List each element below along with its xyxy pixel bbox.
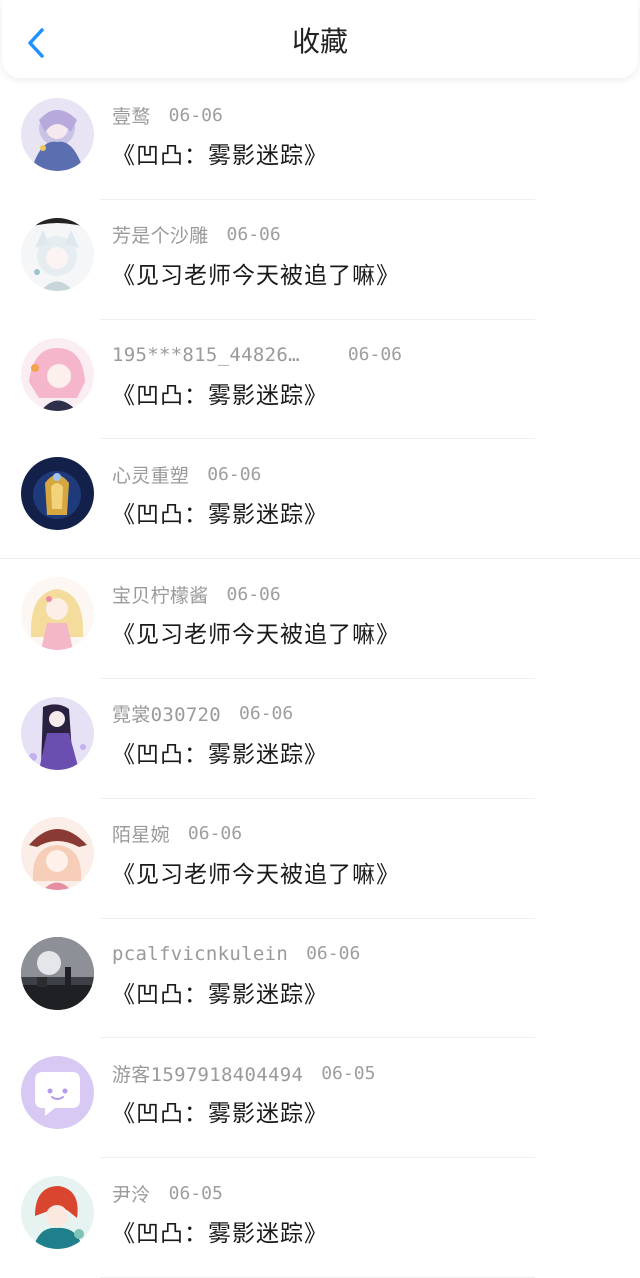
- list-item[interactable]: 壹鹜 06-06 《凹凸：雾影迷踪》: [0, 80, 640, 200]
- item-meta: 宝贝柠檬酱 06-06: [112, 579, 281, 609]
- book-title[interactable]: 《凹凸：雾影迷踪》: [112, 1214, 328, 1248]
- item-meta: 芳是个沙雕 06-06: [112, 220, 281, 250]
- item-meta: 壹鹜 06-06: [112, 100, 223, 130]
- avatar[interactable]: [21, 696, 94, 770]
- avatar[interactable]: [21, 1056, 94, 1130]
- date: 06-06: [226, 583, 281, 605]
- date: 06-06: [347, 344, 403, 366]
- username[interactable]: 壹鹜: [112, 102, 151, 129]
- list-item[interactable]: 尹泠 06-05 《凹凸：雾影迷踪》: [0, 1158, 640, 1278]
- book-title[interactable]: 《凹凸：雾影迷踪》: [112, 376, 328, 410]
- book-title[interactable]: 《凹凸：雾影迷踪》: [112, 495, 328, 529]
- page-title: 收藏: [291, 25, 348, 58]
- list-item[interactable]: 霓裳030720 06-06 《凹凸：雾影迷踪》: [0, 679, 640, 799]
- book-title[interactable]: 《凹凸：雾影迷踪》: [112, 975, 328, 1009]
- item-meta: 尹泠 06-05: [112, 1178, 223, 1208]
- item-meta: 195***815_44826… 06-06: [112, 340, 402, 370]
- avatar[interactable]: [21, 337, 94, 411]
- book-title[interactable]: 《凹凸：雾影迷踪》: [112, 1094, 328, 1128]
- avatar[interactable]: [21, 98, 94, 171]
- date: 06-06: [306, 943, 361, 965]
- book-title[interactable]: 《凹凸：雾影迷踪》: [112, 136, 328, 170]
- date: 06-06: [207, 463, 262, 485]
- item-meta: 陌星婉 06-06: [112, 819, 242, 849]
- avatar[interactable]: [21, 936, 94, 1010]
- avatar[interactable]: [21, 816, 94, 890]
- item-meta: 游客1597918404494 06-05: [112, 1058, 375, 1088]
- avatar[interactable]: [21, 217, 94, 291]
- list-item[interactable]: pcalfvicnkulein 06-06 《凹凸：雾影迷踪》: [0, 919, 640, 1039]
- list-item[interactable]: 芳是个沙雕 06-06 《见习老师今天被追了嘛》: [0, 200, 640, 320]
- list-item[interactable]: 195***815_44826… 06-06 《凹凸：雾影迷踪》: [0, 320, 640, 440]
- date: 06-05: [321, 1062, 376, 1084]
- list-item[interactable]: 心灵重塑 06-06 《凹凸：雾影迷踪》: [0, 439, 640, 560]
- username[interactable]: 心灵重塑: [112, 461, 189, 488]
- list-item[interactable]: 游客1597918404494 06-05 《凹凸：雾影迷踪》: [0, 1038, 640, 1159]
- book-title[interactable]: 《见习老师今天被追了嘛》: [112, 256, 400, 290]
- username[interactable]: 芳是个沙雕: [112, 221, 209, 248]
- username[interactable]: 尹泠: [112, 1180, 151, 1207]
- date: 06-05: [168, 1182, 223, 1204]
- username[interactable]: 195***815_44826…: [112, 344, 300, 366]
- favorites-list: 壹鹜 06-06 《凹凸：雾影迷踪》 芳是个沙雕 06-06 《见习老师今天被追…: [0, 80, 640, 1278]
- item-meta: pcalfvicnkulein 06-06: [112, 939, 360, 969]
- date: 06-06: [226, 224, 281, 246]
- item-meta: 霓裳030720 06-06: [112, 699, 293, 729]
- username[interactable]: 霓裳030720: [112, 700, 221, 727]
- username[interactable]: 游客1597918404494: [112, 1060, 303, 1087]
- date: 06-06: [168, 104, 223, 126]
- date: 06-06: [239, 703, 294, 725]
- book-title[interactable]: 《凹凸：雾影迷踪》: [112, 735, 328, 769]
- avatar[interactable]: [21, 457, 94, 531]
- username[interactable]: pcalfvicnkulein: [112, 943, 288, 965]
- avatar[interactable]: [21, 577, 94, 651]
- book-title[interactable]: 《见习老师今天被追了嘛》: [112, 615, 400, 649]
- username[interactable]: 宝贝柠檬酱: [112, 581, 209, 608]
- book-title[interactable]: 《见习老师今天被追了嘛》: [112, 855, 400, 889]
- item-meta: 心灵重塑 06-06: [112, 459, 261, 489]
- avatar[interactable]: [21, 1176, 94, 1250]
- date: 06-06: [187, 823, 243, 845]
- top-bar: 收藏: [2, 0, 638, 78]
- username[interactable]: 陌星婉: [112, 820, 170, 847]
- list-item[interactable]: 宝贝柠檬酱 06-06 《见习老师今天被追了嘛》: [0, 559, 640, 679]
- list-item[interactable]: 陌星婉 06-06 《见习老师今天被追了嘛》: [0, 799, 640, 919]
